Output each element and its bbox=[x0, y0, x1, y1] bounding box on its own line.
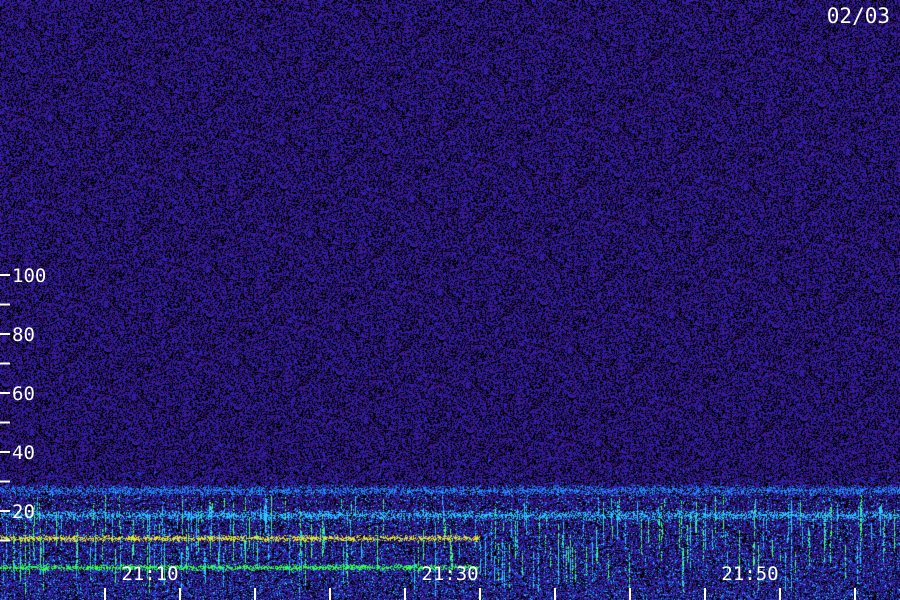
spectrogram-axes: 20 40 60 80 100 21:10 21:30 21:50 bbox=[0, 265, 856, 600]
y-tick-label: 40 bbox=[12, 442, 35, 464]
x-tick-label: 21:50 bbox=[721, 563, 778, 585]
y-tick-label: 60 bbox=[12, 383, 35, 405]
x-tick-label: 21:30 bbox=[421, 563, 478, 585]
y-tick-label: 20 bbox=[12, 501, 35, 523]
spectrogram-display: 20 40 60 80 100 21:10 21:30 21:50 02/03 bbox=[0, 0, 900, 600]
y-tick-label: 100 bbox=[12, 265, 46, 287]
x-axis: 21:10 21:30 21:50 bbox=[104, 563, 856, 600]
y-tick-label: 80 bbox=[12, 324, 35, 346]
y-axis: 20 40 60 80 100 bbox=[0, 265, 46, 542]
x-tick-label: 21:10 bbox=[121, 563, 178, 585]
date-label: 02/03 bbox=[826, 4, 890, 28]
